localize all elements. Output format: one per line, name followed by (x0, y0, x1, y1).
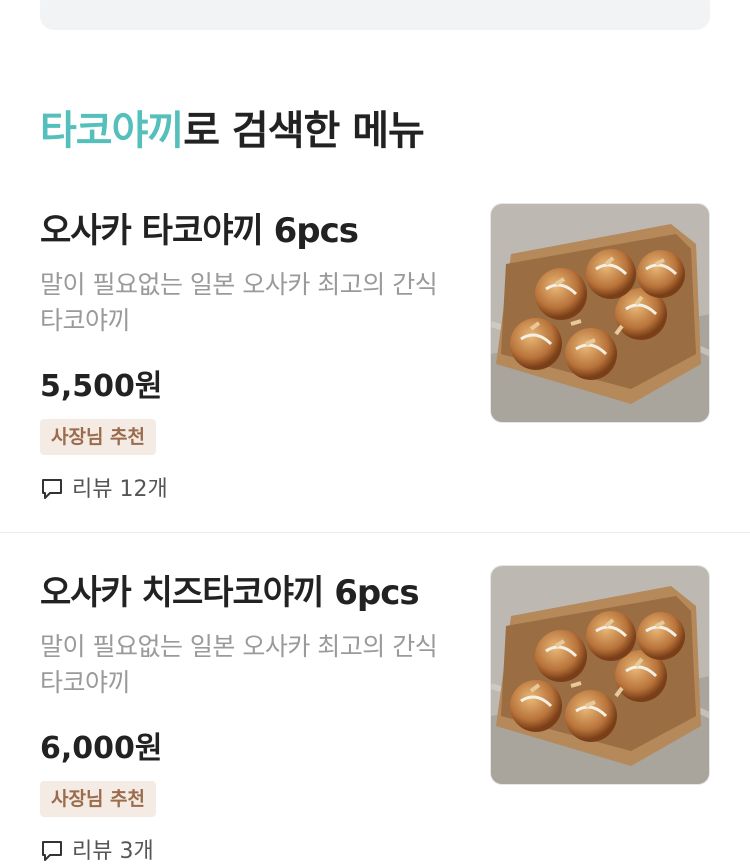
review-count: 리뷰 12개 (40, 471, 168, 503)
menu-item-name: 오사카 타코야끼 6pcs (40, 211, 359, 251)
search-results-heading: 타코야끼로 검색한 메뉴 (40, 98, 425, 156)
search-title-suffix: 로 검색한 메뉴 (183, 108, 425, 154)
review-count-label: 리뷰 3개 (72, 839, 154, 864)
search-box-bottom (40, 0, 710, 30)
comment-icon (42, 478, 62, 499)
takoyaki-image (490, 565, 710, 785)
owner-recommend-badge: 사장님 추천 (40, 781, 157, 817)
review-count-label: 리뷰 12개 (72, 477, 168, 502)
menu-item-price: 5,500원 (40, 369, 163, 404)
menu-item-name: 오사카 치즈타코야끼 6pcs (40, 573, 420, 613)
menu-item-price: 6,000원 (40, 731, 163, 766)
item-divider (0, 532, 750, 533)
menu-item-description: 말이 필요없는 일본 오사카 최고의 간식 타코야끼 (40, 632, 438, 697)
review-count: 리뷰 3개 (40, 833, 154, 865)
comment-icon (42, 840, 62, 861)
menu-item-description: 말이 필요없는 일본 오사카 최고의 간식 타코야끼 (40, 270, 438, 335)
search-keyword: 타코야끼 (40, 108, 184, 154)
owner-recommend-badge: 사장님 추천 (40, 419, 157, 455)
takoyaki-image (490, 203, 710, 423)
